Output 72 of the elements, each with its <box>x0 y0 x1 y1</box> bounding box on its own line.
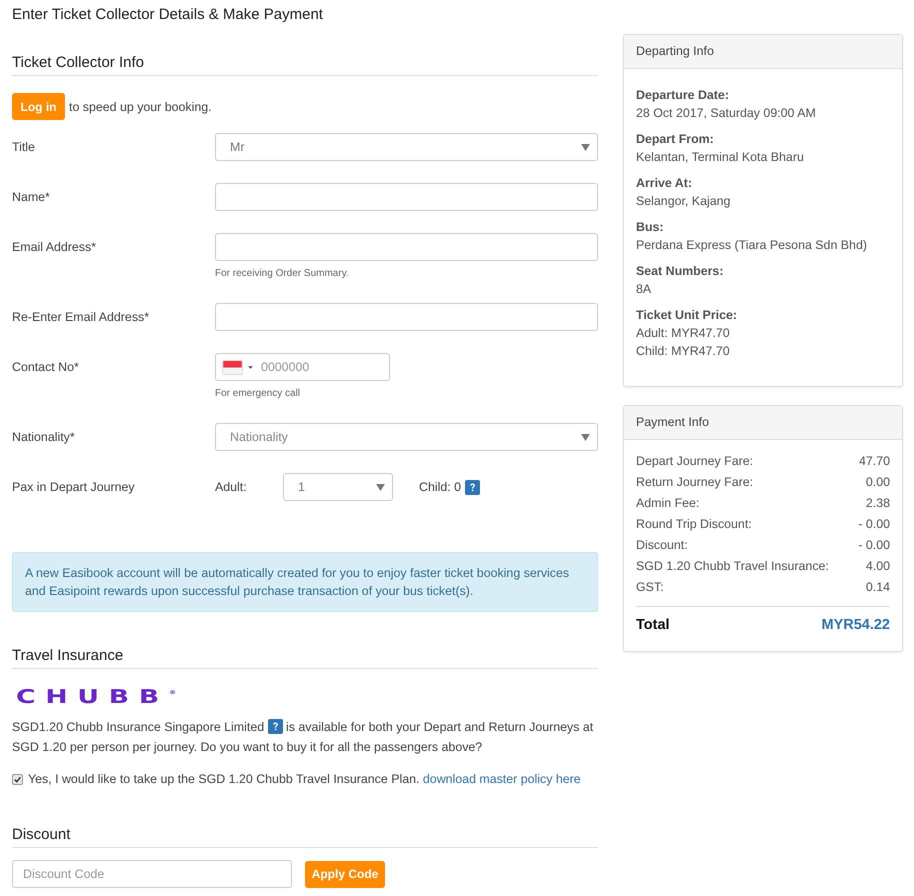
fare-label: GST: <box>636 579 664 596</box>
help-icon[interactable] <box>465 480 480 494</box>
info-label: Arrive At: <box>636 175 693 192</box>
fare-amount: - 0.00 <box>858 537 890 554</box>
panel-heading: Departing Info <box>624 35 902 69</box>
help-icon[interactable] <box>268 719 283 734</box>
fare-amount: 4.00 <box>866 558 890 575</box>
text-field[interactable] <box>215 303 598 331</box>
fare-amount: 0.00 <box>866 474 890 491</box>
phone-field[interactable]: 0000000 <box>215 353 390 381</box>
info-value: Perdana Express (Tiara Pesona Sdn Bhd) <box>636 237 868 254</box>
info-label: Ticket Unit Price: <box>636 307 738 324</box>
field-label: Name* <box>12 189 51 206</box>
help-text: For receiving Order Summary. <box>215 267 350 281</box>
field-label: Contact No* <box>12 359 80 376</box>
fare-label: Admin Fee: <box>636 495 700 512</box>
section-heading: Discount <box>12 825 70 845</box>
info-value: Selangor, Kajang <box>636 193 732 210</box>
info-value: 8A <box>636 281 652 298</box>
fare-label: Return Journey Fare: <box>636 474 754 491</box>
info-value: Child: MYR47.70 <box>636 343 731 360</box>
info-notice: A new Easibook account will be automatically created for you to enjoy faster ticket booking services and Easipoint rewards upon successful purchase transaction of your bus ticket(s). <box>12 552 598 612</box>
fare-amount: 2.38 <box>866 495 890 512</box>
help-text: For emergency call <box>215 387 302 401</box>
text-field[interactable] <box>215 183 598 211</box>
field-label: Title <box>12 139 36 156</box>
phone-number-input[interactable]: 0000000 <box>261 358 371 376</box>
select-field[interactable]: Nationality <box>215 423 598 451</box>
child-count: Child: 0 <box>419 480 462 494</box>
fare-amount: - 0.00 <box>858 516 890 533</box>
info-label: Bus: <box>636 219 665 236</box>
info-value: Adult: MYR47.70 <box>636 325 731 342</box>
fare-label: Discount: <box>636 537 688 554</box>
fare-amount: 0.14 <box>866 579 890 596</box>
discount-code-field[interactable]: Discount Code <box>12 860 292 888</box>
page-title: Enter Ticket Collector Details & Make Payment <box>12 5 323 25</box>
insurer-logo: CHUBB$^{®}$ <box>16 685 176 707</box>
fare-amount: 47.70 <box>858 453 890 470</box>
field-label: Nationality* <box>12 429 76 446</box>
text-field[interactable] <box>215 233 598 261</box>
login-hint: to speed up your booking. <box>69 100 212 114</box>
field-label: Email Address* <box>12 239 98 256</box>
login-button[interactable]: Log in <box>12 93 65 120</box>
country-dropdown[interactable] <box>222 360 253 374</box>
field-label: Re-Enter Email Address* <box>12 309 150 326</box>
fare-label: Round Trip Discount: <box>636 516 752 533</box>
section-heading: Ticket Collector Info <box>12 53 144 73</box>
adult-label: Adult: <box>215 480 248 494</box>
section-heading: Travel Insurance <box>12 646 124 666</box>
adult-count-select[interactable]: 1 <box>283 473 393 501</box>
caret-icon <box>376 484 385 490</box>
checkbox[interactable] <box>12 774 23 784</box>
info-value: 28 Oct 2017, Saturday 09:00 AM <box>636 105 817 122</box>
total-amount: MYR54.22 <box>821 616 890 635</box>
apply-code-button[interactable]: Apply Code <box>305 860 385 888</box>
total-label: Total <box>636 616 670 635</box>
fare-label: SGD 1.20 Chubb Travel Insurance: <box>636 558 829 575</box>
caret-icon <box>581 144 590 150</box>
field-label: Pax in Depart Journey <box>12 479 136 496</box>
caret-icon <box>581 434 590 440</box>
info-label: Depart From: <box>636 131 715 148</box>
info-label: Seat Numbers: <box>636 263 724 280</box>
insurance-description: SGD1.20 Chubb Insurance Singapore Limited is available for both your Depart and Return Journeys at SGD 1.20 per person per journey. Do you want to buy it for all the passengers above? <box>12 718 594 756</box>
info-value: Kelantan, Terminal Kota Bharu <box>636 149 805 166</box>
select-field[interactable]: Mr <box>215 133 598 161</box>
info-label: Departure Date: <box>636 87 730 104</box>
fare-label: Depart Journey Fare: <box>636 453 754 470</box>
insurance-consent-text: Yes, I would like to take up the SGD 1.20 Chubb Travel Insurance Plan. download master policy here <box>28 771 581 788</box>
caret-icon <box>248 366 253 368</box>
master-policy-link[interactable]: download master policy here <box>422 772 581 786</box>
panel-heading: Payment Info <box>624 406 902 440</box>
flag-icon <box>222 360 243 374</box>
